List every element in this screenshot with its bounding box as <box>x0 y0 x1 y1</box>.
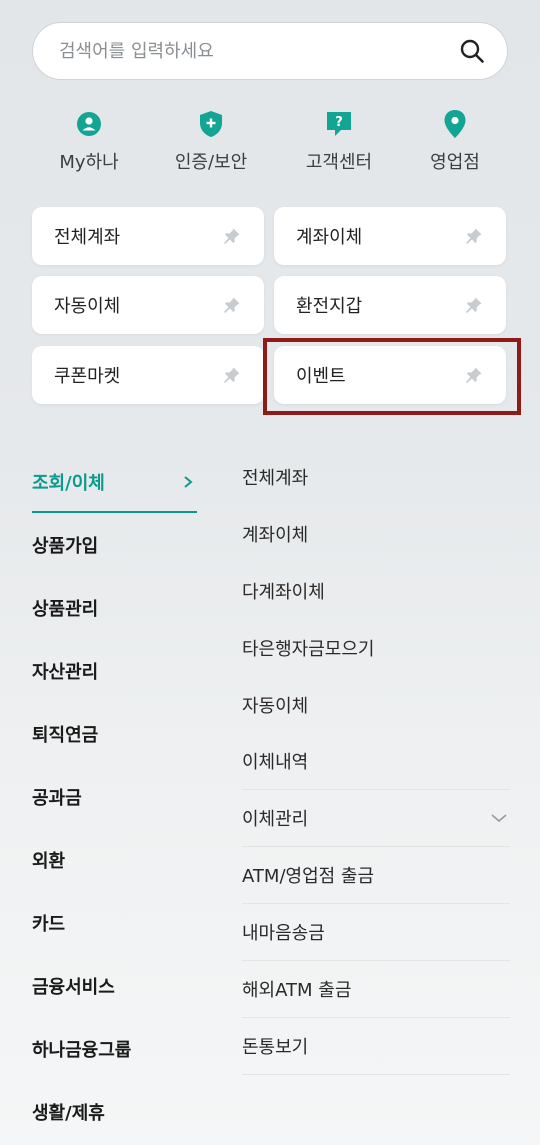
category-label: 상품가입 <box>32 535 99 557</box>
submenu-label: ATM/영업점 출금 <box>242 866 375 887</box>
submenu-item[interactable]: 내마음송금 <box>242 904 510 961</box>
favorite-label: 계좌이체 <box>296 227 363 248</box>
category-item[interactable]: 상품가입 <box>32 513 197 576</box>
submenu-item[interactable]: ATM/영업점 출금 <box>242 847 510 904</box>
category-label: 외환 <box>32 850 66 872</box>
category-item[interactable]: 외환 <box>32 828 197 891</box>
submenu-item[interactable]: 계좌이체 <box>242 505 510 562</box>
quick-branch[interactable]: 영업점 <box>395 108 515 174</box>
category-item[interactable]: 자산관리 <box>32 639 197 702</box>
category-item[interactable]: 퇴직연금 <box>32 702 197 765</box>
favorite-label: 전체계좌 <box>54 227 121 248</box>
category-item[interactable]: 하나금융그룹 <box>32 1017 197 1080</box>
submenu-item[interactable]: 이체내역 <box>242 733 510 790</box>
category-label: 퇴직연금 <box>32 724 99 746</box>
quick-label: 인증/보안 <box>174 152 248 173</box>
category-label: 상품관리 <box>32 598 99 620</box>
quick-label: 고객센터 <box>305 152 373 173</box>
category-label: 자산관리 <box>32 661 99 683</box>
favorite-tile[interactable]: 이벤트 <box>274 346 506 404</box>
submenu-label: 이체내역 <box>242 752 309 773</box>
submenu-item[interactable]: 자동이체 <box>242 676 510 733</box>
chevron-down-icon[interactable] <box>490 809 508 827</box>
favorite-tile[interactable]: 계좌이체 <box>274 207 506 265</box>
submenu-list: 전체계좌 계좌이체 다계좌이체 타은행자금모으기 자동이체 이체내역 이체관리 … <box>242 448 510 1075</box>
favorite-tile[interactable]: 전체계좌 <box>32 207 264 265</box>
search-bar[interactable] <box>32 22 508 80</box>
category-item[interactable]: 카드 <box>32 891 197 954</box>
category-label: 하나금융그룹 <box>32 1039 132 1061</box>
submenu-label: 계좌이체 <box>242 524 309 546</box>
shield-plus-icon <box>151 108 271 140</box>
submenu-item[interactable]: 타은행자금모으기 <box>242 619 510 676</box>
pin-icon[interactable] <box>464 295 484 315</box>
pin-icon[interactable] <box>464 365 484 385</box>
category-item[interactable]: 금융서비스 <box>32 954 197 1017</box>
favorite-tile[interactable]: 환전지갑 <box>274 276 506 334</box>
category-item[interactable]: 상품관리 <box>32 576 197 639</box>
category-label: 카드 <box>32 913 66 935</box>
submenu-label: 이체관리 <box>242 809 309 830</box>
pin-icon[interactable] <box>222 226 242 246</box>
submenu-label: 내마음송금 <box>242 923 325 944</box>
category-item-active[interactable]: 조회/이체 <box>32 450 197 513</box>
pin-icon[interactable] <box>222 365 242 385</box>
submenu-item[interactable]: 돈통보기 <box>242 1018 510 1075</box>
favorite-label: 환전지갑 <box>296 296 363 317</box>
person-icon <box>29 108 149 140</box>
favorite-label: 자동이체 <box>54 296 121 317</box>
quick-menu: My하나 인증/보안 ? 고객센터 영업점 <box>0 108 540 178</box>
submenu-label: 다계좌이체 <box>242 581 325 603</box>
help-chat-icon: ? <box>279 108 399 140</box>
submenu-item[interactable]: 다계좌이체 <box>242 562 510 619</box>
category-label: 공과금 <box>32 787 82 809</box>
category-menu: 조회/이체 상품가입 상품관리 자산관리 퇴직연금 공과금 외환 카드 금융서비… <box>32 450 197 1143</box>
submenu-label: 자동이체 <box>242 695 309 717</box>
favorite-label: 쿠폰마켓 <box>54 366 121 387</box>
favorite-tile[interactable]: 자동이체 <box>32 276 264 334</box>
location-pin-icon <box>395 108 515 140</box>
search-input[interactable] <box>59 40 457 62</box>
submenu-item-expandable[interactable]: 이체관리 <box>242 790 510 847</box>
search-icon[interactable] <box>457 36 487 66</box>
submenu-label: 전체계좌 <box>242 467 309 489</box>
category-label: 금융서비스 <box>32 976 115 998</box>
chevron-right-icon <box>183 475 197 489</box>
quick-label: 영업점 <box>430 152 480 173</box>
category-label: 조회/이체 <box>32 472 105 494</box>
quick-auth-security[interactable]: 인증/보안 <box>151 108 271 174</box>
submenu-label: 돈통보기 <box>242 1037 309 1058</box>
submenu-label: 타은행자금모으기 <box>242 638 375 660</box>
submenu-item[interactable]: 해외ATM 출금 <box>242 961 510 1018</box>
pin-icon[interactable] <box>222 295 242 315</box>
quick-customer-center[interactable]: ? 고객센터 <box>279 108 399 174</box>
category-label: 생활/제휴 <box>32 1102 105 1124</box>
category-item[interactable]: 공과금 <box>32 765 197 828</box>
favorite-tile[interactable]: 쿠폰마켓 <box>32 346 264 404</box>
pin-icon[interactable] <box>464 226 484 246</box>
submenu-item[interactable]: 전체계좌 <box>242 448 510 505</box>
category-item[interactable]: 생활/제휴 <box>32 1080 197 1143</box>
quick-label: My하나 <box>59 152 119 173</box>
quick-my-hana[interactable]: My하나 <box>29 108 149 174</box>
submenu-label: 해외ATM 출금 <box>242 980 352 1001</box>
svg-text:?: ? <box>335 115 343 130</box>
favorite-label: 이벤트 <box>296 366 346 387</box>
